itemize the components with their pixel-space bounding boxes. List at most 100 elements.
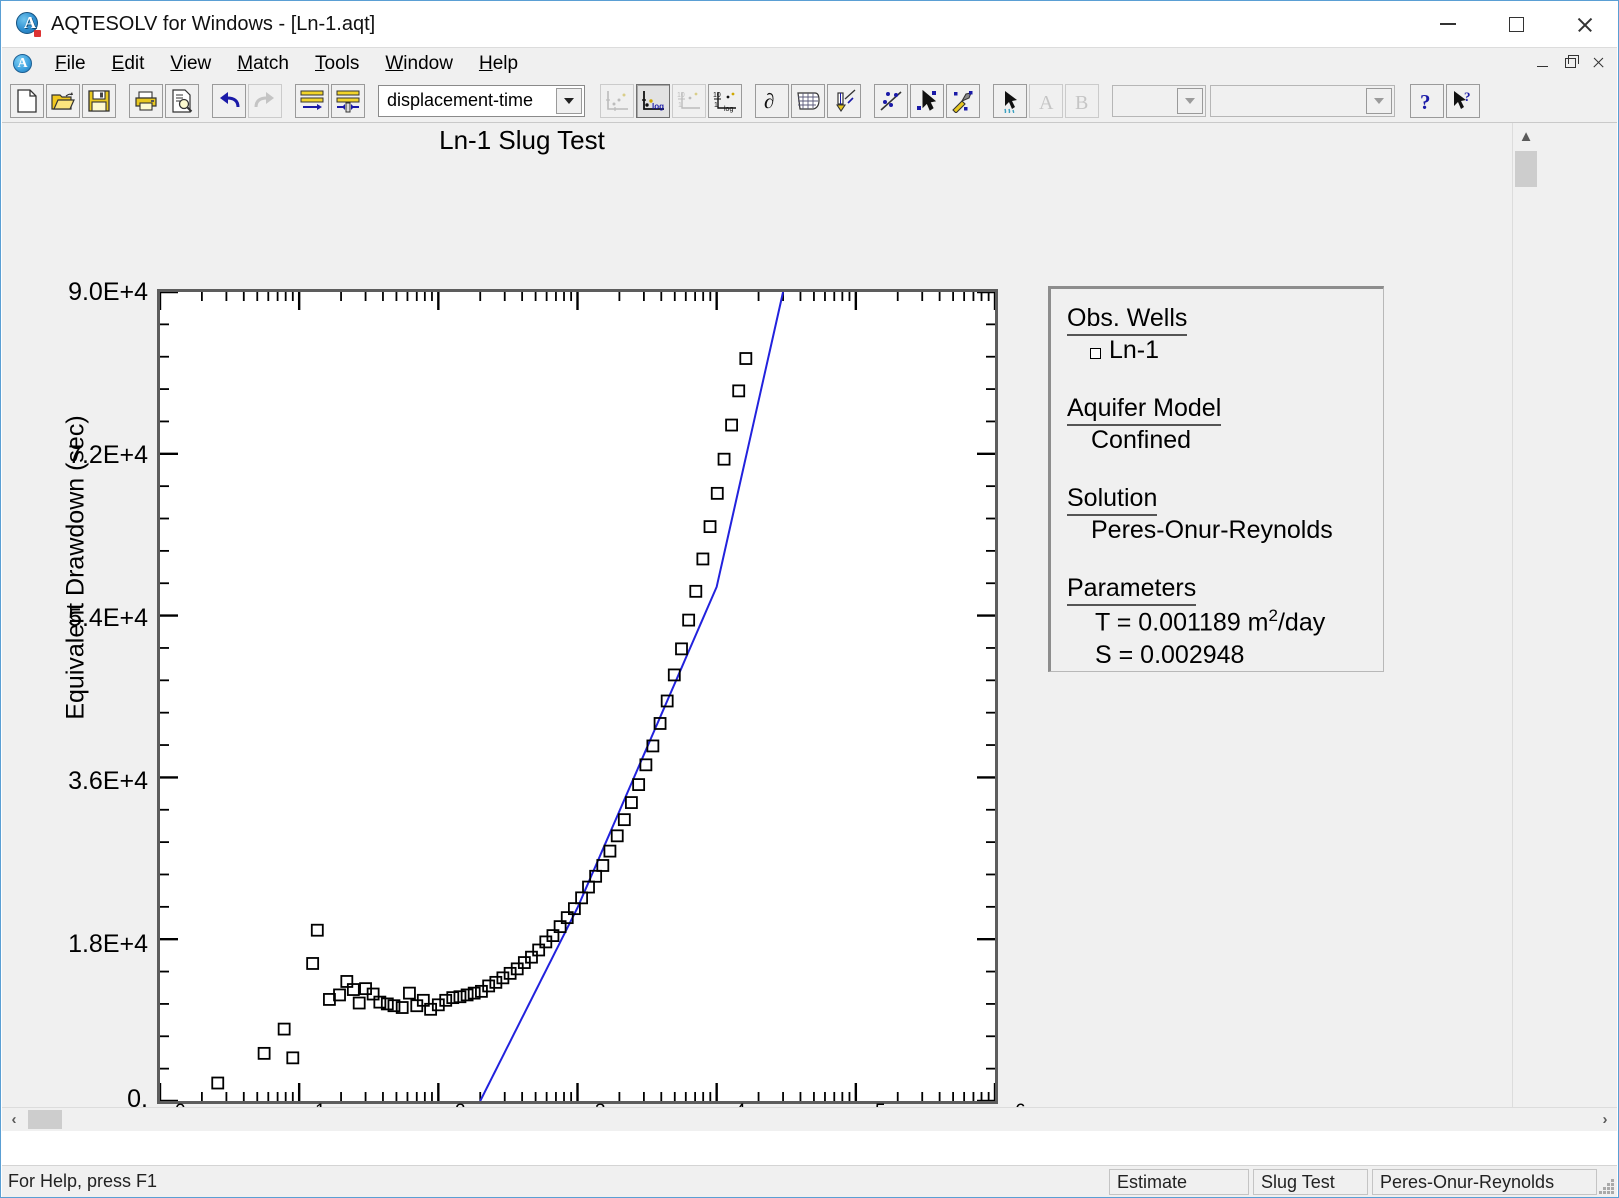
open-file-icon[interactable]	[46, 83, 80, 118]
scroll-up-icon[interactable]: ▲	[1513, 123, 1538, 149]
vertical-scroll-thumb[interactable]	[1515, 151, 1537, 187]
legend-heading-solution: Solution	[1067, 484, 1158, 516]
data-point-marker	[632, 778, 646, 791]
aquifer-data-icon[interactable]	[331, 83, 365, 118]
menu-match[interactable]: Match	[224, 51, 302, 77]
redo-icon	[248, 83, 282, 118]
data-point-marker	[489, 975, 503, 989]
svg-text:B: B	[1075, 92, 1088, 113]
data-point-marker	[717, 452, 731, 466]
font-combo[interactable]	[1112, 84, 1206, 117]
well-data-icon[interactable]	[295, 83, 329, 118]
main-toolbar: displacement-time log 10 1 10 1 log ∂ A …	[2, 79, 1617, 123]
svg-text:A: A	[1039, 92, 1054, 113]
data-point-marker	[625, 796, 638, 809]
chevron-down-icon[interactable]	[1366, 87, 1392, 114]
menu-help[interactable]: Help	[466, 51, 531, 77]
save-file-icon[interactable]	[82, 83, 116, 118]
match-visual-icon[interactable]	[827, 83, 861, 118]
maximize-button[interactable]	[1482, 1, 1550, 47]
toolbox-match-icon[interactable]	[946, 83, 980, 118]
status-help-text: For Help, press F1	[8, 1171, 158, 1191]
svg-text:log: log	[724, 106, 733, 113]
data-point-marker	[346, 983, 360, 996]
data-point-marker	[682, 613, 696, 627]
close-button[interactable]	[1550, 1, 1618, 47]
menu-tools[interactable]: Tools	[302, 51, 372, 77]
menu-edit[interactable]: Edit	[99, 51, 158, 77]
horizontal-scroll-thumb[interactable]	[28, 1110, 62, 1129]
plot-svg	[160, 292, 995, 1101]
legend-heading-obs-wells: Obs. Wells	[1067, 304, 1188, 336]
data-point-marker	[439, 993, 453, 1007]
data-point-marker	[725, 418, 738, 432]
menu-view[interactable]: View	[157, 51, 224, 77]
status-pane-mode: Estimate	[1109, 1169, 1249, 1195]
chart-horizontal-scrollbar[interactable]: ‹ ›	[2, 1107, 1617, 1131]
data-point-marker	[306, 957, 320, 970]
data-point-marker	[610, 829, 624, 843]
print-icon[interactable]	[129, 83, 163, 118]
resize-grip[interactable]	[1599, 1179, 1615, 1195]
data-point-marker	[310, 923, 324, 937]
data-point-marker	[277, 1022, 291, 1036]
minimize-button[interactable]	[1414, 1, 1482, 47]
legend-value-obs-well: Ln-1	[1109, 336, 1160, 364]
legend-marker-open-square	[1090, 348, 1101, 359]
undo-icon[interactable]	[212, 83, 246, 118]
data-point-marker	[703, 520, 717, 534]
scroll-left-icon[interactable]: ‹	[2, 1108, 26, 1131]
y-tick-label: 1.8E+4	[68, 930, 148, 958]
y-tick-label: 3.6E+4	[68, 767, 148, 795]
y-tick-label: 5.4E+4	[68, 604, 148, 632]
svg-text:log: log	[652, 102, 664, 111]
fit-curve	[479, 292, 785, 1101]
svg-text:1: 1	[714, 102, 718, 109]
data-point-marker	[732, 384, 746, 398]
chevron-down-icon[interactable]	[556, 87, 582, 114]
menu-window[interactable]: Window	[372, 51, 466, 77]
data-point-marker	[403, 986, 416, 1000]
context-help-icon[interactable]: ?	[1446, 83, 1480, 118]
data-point-marker	[431, 998, 445, 1012]
automatic-match-icon[interactable]	[874, 83, 908, 118]
plot-area[interactable]	[157, 289, 998, 1104]
new-file-icon[interactable]	[10, 83, 44, 118]
data-point-marker	[503, 966, 517, 980]
svg-text:∂: ∂	[764, 89, 774, 113]
legend-value-transmissivity: T = 0.001189 m2/day	[1095, 606, 1325, 637]
status-bar: For Help, press F1 Estimate Slug Test Pe…	[2, 1165, 1617, 1197]
transmissivity-text: T = 0.001189 m	[1095, 608, 1269, 637]
scroll-right-icon[interactable]: ›	[1593, 1108, 1617, 1131]
help-question-icon[interactable]: ?	[1410, 83, 1444, 118]
svg-text:10: 10	[677, 92, 685, 99]
active-curve-icon[interactable]	[993, 83, 1027, 118]
chevron-down-icon[interactable]	[1177, 87, 1203, 114]
y-tick-label: 0.	[127, 1085, 148, 1108]
mdi-close-button[interactable]	[1585, 51, 1611, 75]
transmissivity-exponent: 2	[1268, 606, 1278, 625]
application-window: A AQTESOLV for Windows - [Ln-1.aqt] A Fi…	[0, 0, 1619, 1198]
chart-legend-panel[interactable]: Obs. Wells Ln-1 Aquifer Model Confined S…	[1048, 286, 1384, 672]
select-points-icon[interactable]	[910, 83, 944, 118]
data-point-marker	[675, 642, 688, 656]
menu-file[interactable]: File	[42, 51, 99, 77]
mdi-restore-button[interactable]	[1557, 51, 1583, 75]
print-preview-icon[interactable]	[165, 83, 199, 118]
plot-type-combo[interactable]: displacement-time	[378, 84, 585, 117]
grid-table-icon[interactable]	[791, 83, 825, 118]
mdi-document-icon[interactable]: A	[12, 53, 34, 75]
mdi-child-controls	[1529, 51, 1611, 75]
data-point-marker	[352, 996, 366, 1010]
mdi-minimize-button[interactable]	[1529, 51, 1555, 75]
linear-linear-plot-icon	[600, 83, 634, 118]
data-point-marker	[696, 552, 710, 566]
chart-vertical-scrollbar[interactable]: ▲	[1512, 123, 1538, 1108]
curve-combo[interactable]	[1210, 84, 1395, 117]
linear-log-plot-icon[interactable]: log	[636, 83, 670, 118]
log-log-plot-icon[interactable]: 10 1 log	[708, 83, 742, 118]
data-point-marker	[710, 486, 724, 500]
chart-title: Ln-1 Slug Test	[439, 125, 605, 155]
derivative-icon[interactable]: ∂	[755, 83, 789, 118]
data-point-marker	[617, 813, 631, 827]
